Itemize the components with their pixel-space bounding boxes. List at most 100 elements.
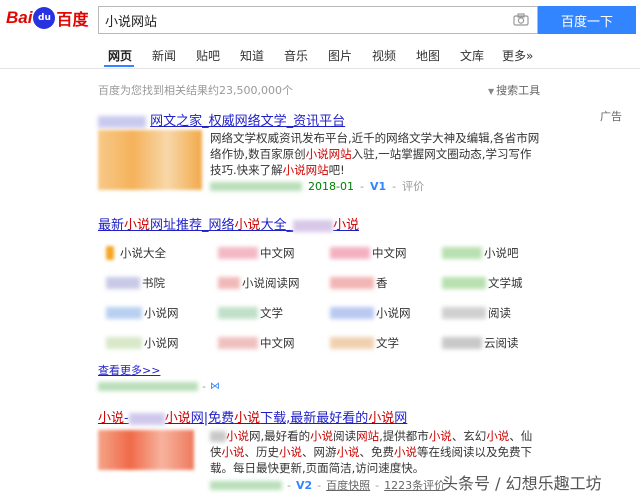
blurred-text: [330, 277, 374, 289]
site-link[interactable]: 小说网: [106, 304, 179, 322]
site-label: 文学: [260, 306, 283, 320]
desc-text: 吧!: [328, 163, 345, 177]
site-link[interactable]: 小说阅读网: [218, 274, 300, 292]
site-label: 云阅读: [484, 336, 519, 350]
separator: -: [392, 179, 397, 193]
result-meta: - V2 - 百度快照 - 1223条评价: [210, 477, 445, 493]
site-link[interactable]: 中文网: [330, 244, 407, 262]
ad-description: 网络文学权威资讯发布平台,近千的网络文学大神及编辑,各省市网络作协,数百家原创小…: [210, 130, 540, 178]
desc-text: 、历史: [244, 445, 280, 459]
site-label: 中文网: [260, 246, 295, 260]
desc-text: ,提供都市: [379, 429, 429, 443]
title-text: 大全_: [260, 218, 294, 233]
tab-wenku[interactable]: 文库: [460, 47, 484, 64]
v2-badge[interactable]: V2: [296, 479, 312, 492]
blurred-text: [218, 337, 258, 349]
site-label: 文学: [376, 336, 399, 350]
site-link[interactable]: 香: [330, 274, 388, 292]
v1-badge[interactable]: V1: [370, 180, 386, 193]
desc-text: 网,最好看的: [249, 429, 311, 443]
desc-highlight: 小说: [310, 429, 334, 443]
title-highlight: 小说: [124, 218, 151, 233]
site-link[interactable]: 阅读: [442, 304, 511, 322]
title-highlight: 小说: [333, 218, 360, 233]
blurred-url: [210, 181, 302, 191]
desc-highlight: 小说: [279, 445, 302, 459]
site-link[interactable]: 云阅读: [442, 334, 519, 352]
result-title-link[interactable]: 小说- 小说网|免费小说下载,最新最好看的小说网: [98, 411, 407, 426]
top-bar: Bai du 百度 百度一下: [0, 0, 640, 40]
tab-images[interactable]: 图片: [328, 47, 352, 64]
site-label: 小说网: [144, 336, 179, 350]
desc-highlight: 小说: [336, 445, 360, 459]
tab-map[interactable]: 地图: [416, 47, 440, 64]
tab-news[interactable]: 新闻: [152, 47, 176, 64]
title-highlight: 小说: [368, 411, 395, 426]
blurred-text: [293, 219, 334, 232]
title-highlight: 小说: [98, 411, 125, 426]
site-link[interactable]: 文学: [330, 334, 399, 352]
site-link[interactable]: 小说大全: [106, 244, 166, 262]
blurred-text: [218, 307, 258, 319]
site-link[interactable]: 文学: [218, 304, 283, 322]
search-tools[interactable]: ▼ 搜索工具: [488, 82, 540, 98]
ad-result-title[interactable]: 网文之家_权威网络文学_资讯平台: [98, 110, 345, 129]
nav-tabs: 网页 新闻 贴吧 知道 音乐 图片 视频 地图 文库 更多»: [0, 40, 640, 69]
blurred-text: [106, 277, 140, 289]
search-box[interactable]: [98, 6, 538, 34]
desc-text: 阅读: [333, 429, 357, 443]
site-label: 中文网: [260, 336, 295, 350]
tab-zhidao[interactable]: 知道: [240, 47, 264, 64]
tab-tieba[interactable]: 贴吧: [196, 47, 220, 64]
title-text: 网: [394, 411, 408, 426]
result-thumbnail[interactable]: [98, 430, 194, 470]
search-tools-label: 搜索工具: [496, 84, 541, 97]
blurred-url: [210, 480, 282, 490]
active-tab-underline: [104, 65, 134, 67]
tab-music[interactable]: 音乐: [284, 47, 308, 64]
blurred-text: [442, 307, 486, 319]
search-input[interactable]: [105, 11, 505, 29]
baidu-logo[interactable]: Bai du 百度: [6, 6, 88, 30]
desc-highlight: 小说网站: [305, 147, 352, 161]
ad-eval-link[interactable]: 评价: [402, 178, 424, 194]
ad-badge: 广告: [600, 110, 622, 123]
blurred-text: [210, 431, 226, 442]
blurred-text: [442, 277, 486, 289]
site-link[interactable]: 中文网: [218, 244, 295, 262]
ad-meta: 2018-01 - V1 - 评价: [210, 178, 424, 194]
ad-title-link[interactable]: 网文之家_权威网络文学_资讯平台: [150, 114, 345, 129]
snapshot-link[interactable]: 百度快照: [326, 477, 370, 493]
title-text: 网址推荐_网络: [150, 218, 235, 233]
desc-highlight: 小说: [486, 429, 510, 443]
site-label: 小说大全: [120, 246, 166, 260]
desc-highlight: 小说: [226, 429, 249, 443]
site-label: 中文网: [372, 246, 407, 260]
tab-web[interactable]: 网页: [108, 47, 132, 64]
blurred-text: [106, 307, 142, 319]
view-more-link[interactable]: 查看更多>>: [98, 362, 160, 378]
site-list-title-link[interactable]: 最新小说网址推荐_网络小说大全_ 小说: [98, 218, 359, 233]
site-link[interactable]: 文学城: [442, 274, 523, 292]
reviews-link[interactable]: 1223条评价: [384, 477, 445, 493]
ad-thumbnail[interactable]: [98, 130, 202, 190]
camera-icon[interactable]: [513, 13, 529, 26]
tab-video[interactable]: 视频: [372, 47, 396, 64]
site-link[interactable]: 小说网: [330, 304, 411, 322]
separator: -: [317, 478, 322, 492]
site-link[interactable]: 书院: [106, 274, 165, 292]
site-label: 书院: [142, 276, 165, 290]
site-list-title[interactable]: 最新小说网址推荐_网络小说大全_ 小说: [98, 214, 359, 233]
desc-highlight: 小说网站: [282, 163, 329, 177]
site-label: 小说阅读网: [242, 276, 300, 290]
tab-more[interactable]: 更多»: [502, 47, 533, 64]
search-button[interactable]: 百度一下: [538, 6, 636, 34]
ad-date: 2018-01: [308, 179, 354, 193]
desc-text: 、免费: [359, 445, 395, 459]
separator: -: [287, 478, 291, 492]
filter-icon: ▼: [488, 87, 495, 96]
site-link[interactable]: 小说吧: [442, 244, 519, 262]
site-link[interactable]: 小说网: [106, 334, 179, 352]
site-link[interactable]: 中文网: [218, 334, 295, 352]
result-title[interactable]: 小说- 小说网|免费小说下载,最新最好看的小说网: [98, 407, 407, 426]
